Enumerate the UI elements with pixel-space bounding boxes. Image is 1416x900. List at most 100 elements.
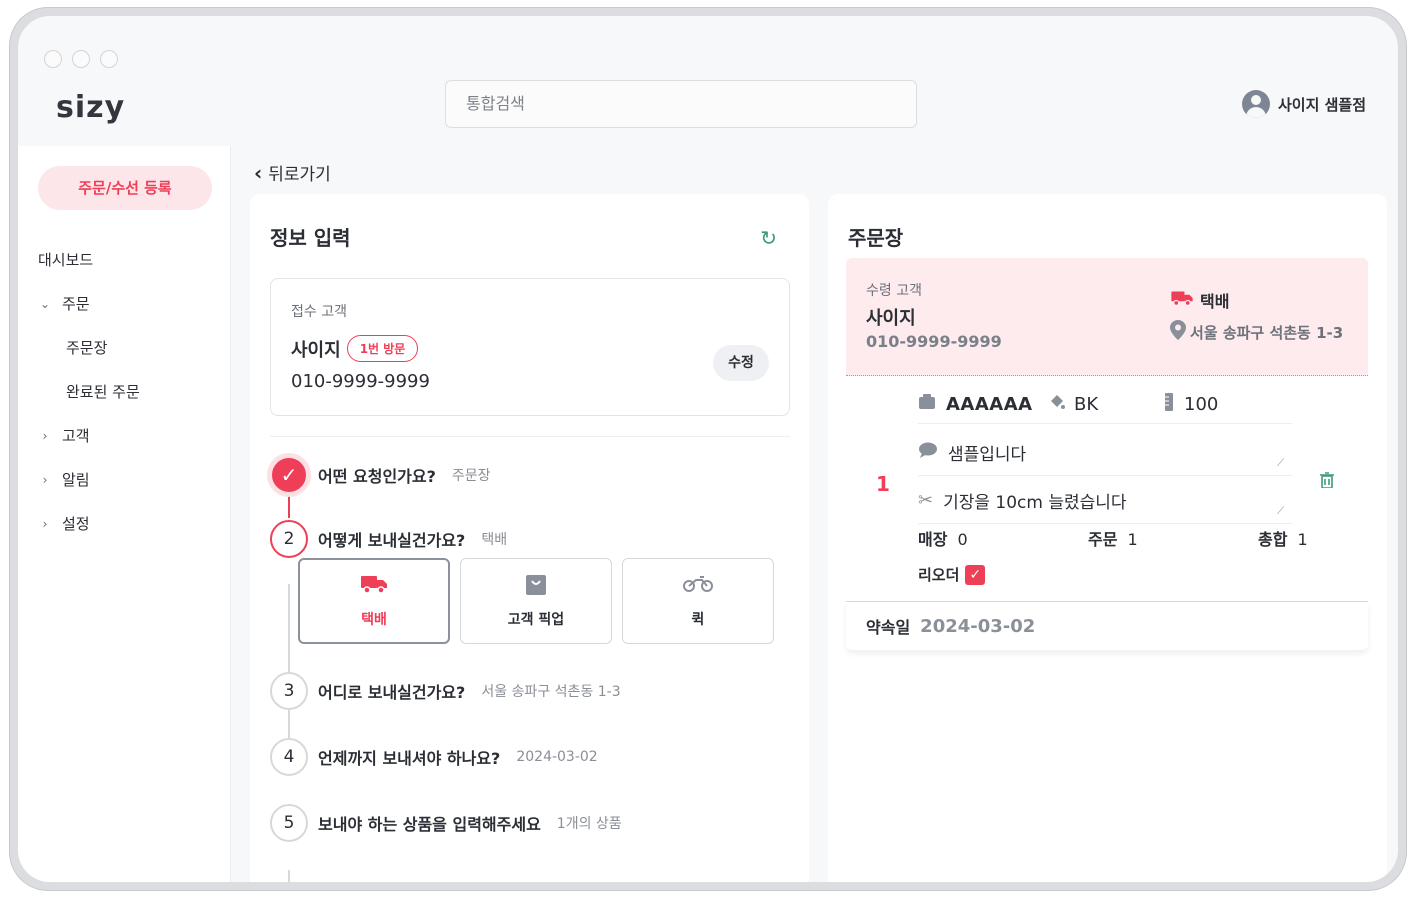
order-value: 1 <box>1127 530 1138 549</box>
chevron-down-icon: ⌄ <box>39 297 51 311</box>
step-answer: 주문장 <box>451 468 491 484</box>
app-logo[interactable]: sizy <box>56 90 125 125</box>
window-controls <box>44 50 118 68</box>
user-menu[interactable]: 사이지 샘플점 <box>1241 90 1366 118</box>
ship-address: 서울 송파구 석촌동 1-3 <box>1170 320 1343 344</box>
edit-customer-button[interactable]: 수정 <box>713 345 769 381</box>
chevron-left-icon: ‹ <box>254 160 263 185</box>
customer-card: 접수 고객 사이지 1번 방문 010-9999-9999 수정 <box>270 278 790 416</box>
ship-address-text: 서울 송파구 석촌동 1-3 <box>1190 323 1344 342</box>
window-maximize-button[interactable] <box>100 50 118 68</box>
item-index: 1 <box>876 472 890 496</box>
memo-field[interactable]: 샘플입니다 ⟋ <box>918 430 1292 476</box>
sidebar-item-label: 주문 <box>62 295 90 313</box>
global-search-input[interactable]: 통합검색 <box>445 80 917 128</box>
step-connector <box>288 494 290 518</box>
panel-title: 정보 입력 <box>270 226 351 250</box>
step-answer: 서울 송파구 석촌동 1-3 <box>481 684 621 700</box>
sidebar-item-notifications[interactable]: › 알림 <box>38 458 228 502</box>
recipient-phone: 010-9999-9999 <box>866 332 1002 351</box>
recipient-name: 사이지 <box>866 308 916 329</box>
memo-text: 샘플입니다 <box>948 445 1027 465</box>
step-delivery-method[interactable]: 2 어떻게 보내실건가요? 택배 <box>270 520 507 558</box>
delivery-option-quick[interactable]: 퀵 <box>622 558 774 644</box>
step-question: 어떻게 보내실건가요? <box>318 531 466 550</box>
step-number: 3 <box>270 672 308 710</box>
location-pin-icon <box>1170 320 1186 344</box>
paint-bucket-icon <box>1048 393 1066 416</box>
sidebar-nav: 대시보드 ⌄ 주문 주문장 완료된 주문 › 고객 › 알림 › 설정 <box>38 238 228 546</box>
sidebar-item-dashboard[interactable]: 대시보드 <box>38 238 228 282</box>
order-count: 주문 1 <box>1088 526 1258 550</box>
step-deadline[interactable]: 4 언제까지 보내셔야 하나요? 2024-03-02 <box>270 738 598 776</box>
step-number: 4 <box>270 738 308 776</box>
sidebar-item-completed-orders[interactable]: 완료된 주문 <box>38 370 228 414</box>
panel-title: 주문장 <box>848 226 904 250</box>
scissors-icon: ✂ <box>918 490 934 511</box>
step-answer: 1개의 상품 <box>556 816 622 832</box>
truck-icon <box>360 573 388 597</box>
device-frame: sizy 통합검색 사이지 샘플점 주문/수선 등록 대시보드 ⌄ 주문 주문장 <box>10 8 1406 890</box>
step-answer: 2024-03-02 <box>516 749 598 765</box>
back-link[interactable]: ‹ 뒤로가기 <box>254 160 331 186</box>
sidebar-item-label: 대시보드 <box>38 251 94 269</box>
product-size[interactable]: 100 <box>1184 394 1218 415</box>
refresh-icon[interactable]: ↻ <box>760 226 777 250</box>
resize-handle-icon[interactable]: ⟋ <box>1277 506 1284 517</box>
promise-date-row: 약속일 2024-03-02 <box>846 602 1368 650</box>
shopping-bag-icon <box>524 573 548 597</box>
window-close-button[interactable] <box>44 50 62 68</box>
step-answer: 택배 <box>481 532 508 548</box>
repair-note-text: 기장을 10cm 늘렸습니다 <box>943 493 1127 513</box>
sidebar: 주문/수선 등록 대시보드 ⌄ 주문 주문장 완료된 주문 › 고객 › 알림 … <box>18 146 231 882</box>
delivery-option-parcel[interactable]: 택배 <box>298 558 450 644</box>
reorder-label: 리오더 <box>918 566 960 584</box>
customer-phone: 010-9999-9999 <box>291 371 430 392</box>
delivery-option-pickup[interactable]: 고객 픽업 <box>460 558 612 644</box>
store-label: 매장 <box>918 530 948 549</box>
sidebar-item-label: 완료된 주문 <box>66 383 140 401</box>
step-question: 어떤 요청인가요? <box>318 467 436 486</box>
option-label: 퀵 <box>691 612 705 628</box>
check-icon: ✓ <box>270 456 308 494</box>
repair-note-field[interactable]: ✂ 기장을 10cm 늘렸습니다 ⟋ <box>918 478 1292 524</box>
app-window: sizy 통합검색 사이지 샘플점 주문/수선 등록 대시보드 ⌄ 주문 주문장 <box>18 16 1398 882</box>
promise-label: 약속일 <box>866 618 911 637</box>
product-color[interactable]: BK <box>1074 394 1164 415</box>
chevron-right-icon: › <box>42 517 48 531</box>
back-label: 뒤로가기 <box>268 165 331 185</box>
delivery-options: 택배 고객 픽업 퀵 <box>298 558 774 644</box>
sidebar-item-label: 알림 <box>62 471 90 489</box>
speech-bubble-icon <box>918 442 938 463</box>
step-request-type[interactable]: ✓ 어떤 요청인가요? 주문장 <box>270 456 491 494</box>
visit-count-badge: 1번 방문 <box>346 335 419 362</box>
sidebar-item-settings[interactable]: › 설정 <box>38 502 228 546</box>
divider <box>270 436 790 437</box>
product-code[interactable]: AAAAAA <box>946 394 1048 415</box>
step-destination[interactable]: 3 어디로 보내실건가요? 서울 송파구 석촌동 1-3 <box>270 672 621 710</box>
sidebar-item-order-sheet[interactable]: 주문장 <box>38 326 228 370</box>
resize-handle-icon[interactable]: ⟋ <box>1277 458 1284 469</box>
ship-method: 택배 <box>1170 288 1229 312</box>
reorder-checkbox[interactable]: ✓ <box>965 564 986 585</box>
sidebar-item-label: 주문장 <box>66 339 108 357</box>
truck-icon <box>1170 289 1194 311</box>
chevron-right-icon: › <box>42 473 48 487</box>
sidebar-item-orders[interactable]: ⌄ 주문 <box>38 282 228 326</box>
user-avatar-icon <box>1241 90 1270 118</box>
register-order-button[interactable]: 주문/수선 등록 <box>38 166 212 210</box>
recipient-section: 수령 고객 사이지 010-9999-9999 택배 서울 송파구 석촌동 1-… <box>846 258 1368 376</box>
store-count: 매장 0 <box>918 526 1088 550</box>
option-label: 택배 <box>361 612 387 628</box>
order-item: 1 AAAAAA BK 100 샘플입니다 ⟋ ✂ 기장을 10cm 늘렸습니다… <box>846 376 1368 602</box>
step-number: 2 <box>270 520 308 558</box>
recipient-label: 수령 고객 <box>866 283 922 299</box>
step-products[interactable]: 5 보내야 하는 상품을 입력해주세요 1개의 상품 <box>270 804 622 842</box>
trash-icon[interactable] <box>1320 472 1334 493</box>
order-label: 주문 <box>1088 530 1118 549</box>
sidebar-item-customers[interactable]: › 고객 <box>38 414 228 458</box>
user-name: 사이지 샘플점 <box>1277 95 1366 114</box>
sidebar-item-label: 고객 <box>62 427 90 445</box>
window-minimize-button[interactable] <box>72 50 90 68</box>
reorder-toggle[interactable]: 리오더 ✓ <box>918 564 986 585</box>
